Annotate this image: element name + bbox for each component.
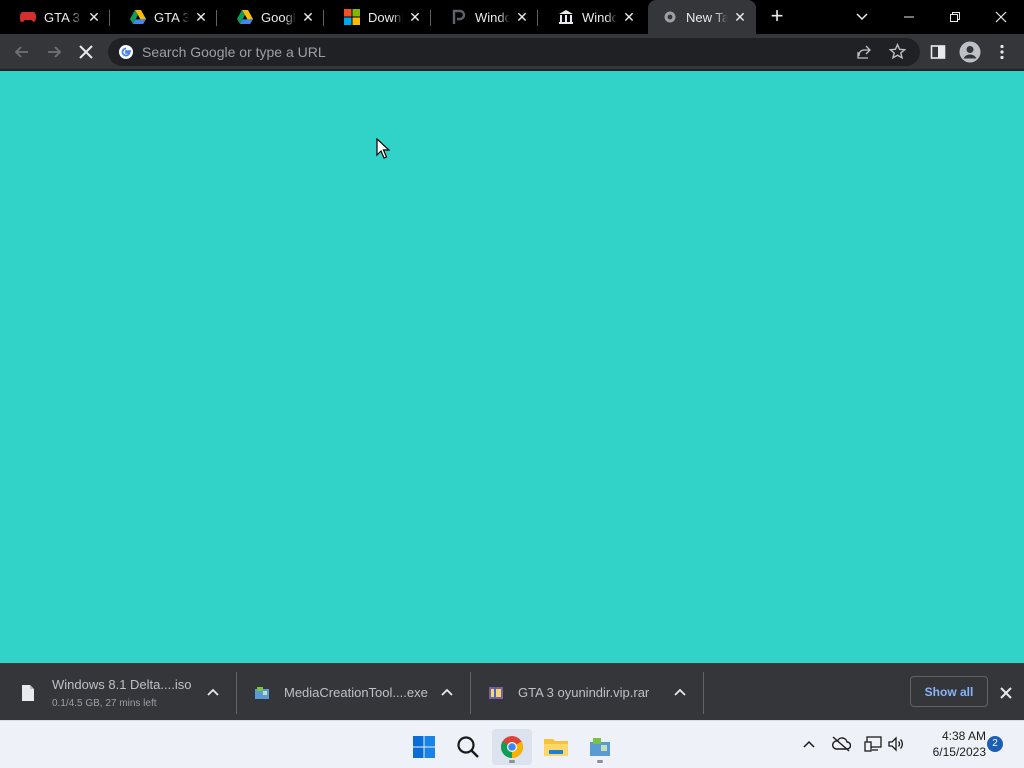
network-icon[interactable] — [862, 733, 884, 755]
file-explorer-icon[interactable] — [536, 729, 576, 765]
tab-window-archive[interactable]: Window ✕ — [538, 2, 645, 32]
system-clock[interactable]: 4:38 AM 6/15/2023 — [912, 728, 986, 760]
tab-gta3-fi[interactable]: GTA 3 Fi ✕ — [0, 2, 110, 32]
windows-taskbar: 4:38 AM 6/15/2023 2 — [0, 720, 1024, 768]
rar-icon — [488, 684, 504, 702]
address-bar[interactable] — [108, 38, 920, 66]
active-indicator — [509, 760, 515, 763]
show-hidden-icons-chevron-icon[interactable] — [798, 733, 820, 755]
download-status: 0.1/4.5 GB, 27 mins left — [52, 697, 157, 709]
tab-title: Window — [475, 9, 510, 25]
tab-title: GTA 3 Fi — [44, 9, 82, 25]
volume-icon[interactable] — [885, 733, 907, 755]
search-icon[interactable] — [448, 729, 488, 765]
tab-gta3-o[interactable]: GTA 3 o ✕ — [110, 2, 217, 32]
close-icon[interactable] — [996, 683, 1016, 703]
google-drive-icon — [237, 9, 253, 25]
share-icon[interactable] — [856, 44, 872, 65]
stop-loading-button[interactable] — [74, 40, 98, 64]
divider — [470, 672, 471, 714]
forward-button[interactable] — [42, 40, 66, 64]
media-creation-tool-icon[interactable] — [580, 729, 620, 765]
back-button[interactable] — [10, 40, 34, 64]
tab-strip: GTA 3 Fi ✕ GTA 3 o ✕ Google ✕ Downlo ✕ W… — [0, 0, 1024, 34]
close-icon[interactable]: ✕ — [514, 9, 530, 25]
download-shelf: Windows 8.1 Delta....iso 0.1/4.5 GB, 27 … — [0, 663, 1024, 720]
google-drive-icon — [130, 9, 146, 25]
bookmark-star-icon[interactable] — [888, 42, 907, 65]
p-icon — [451, 9, 467, 25]
search-input[interactable] — [142, 38, 822, 66]
tab-title: New Tab — [686, 9, 728, 25]
download-filename: MediaCreationTool....exe — [284, 685, 428, 700]
browser-toolbar — [0, 34, 1024, 70]
download-item[interactable]: Windows 8.1 Delta....iso 0.1/4.5 GB, 27 … — [20, 664, 235, 721]
chrome-icon[interactable] — [492, 729, 532, 765]
menu-kebab-icon[interactable] — [990, 40, 1014, 64]
side-panel-button[interactable] — [926, 40, 950, 64]
download-filename: GTA 3 oyunindir.vip.rar — [518, 685, 650, 700]
notification-badge[interactable]: 2 — [987, 736, 1003, 752]
download-item[interactable]: GTA 3 oyunindir.vip.rar — [488, 664, 703, 721]
close-icon[interactable]: ✕ — [300, 9, 316, 25]
minimize-button[interactable] — [886, 0, 932, 34]
tab-title: Window — [582, 9, 617, 25]
installer-icon — [254, 684, 270, 702]
microsoft-icon — [344, 9, 360, 25]
close-icon[interactable]: ✕ — [407, 9, 423, 25]
clock-date: 6/15/2023 — [932, 745, 986, 759]
close-icon[interactable]: ✕ — [621, 9, 637, 25]
chevron-up-icon[interactable] — [672, 684, 688, 700]
tab-google[interactable]: Google ✕ — [217, 2, 324, 32]
divider — [703, 672, 704, 714]
divider — [236, 672, 237, 714]
tab-window-p[interactable]: Window ✕ — [431, 2, 538, 32]
tab-title: Google — [261, 9, 296, 25]
archive-icon — [558, 9, 574, 25]
clock-time: 4:38 AM — [941, 729, 986, 743]
tab-title: Downlo — [368, 9, 403, 25]
running-indicator — [597, 760, 603, 763]
chevron-up-icon[interactable] — [439, 684, 455, 700]
show-all-button[interactable]: Show all — [910, 676, 988, 707]
windows-start-icon[interactable] — [404, 729, 444, 765]
file-icon — [20, 684, 36, 702]
chevron-up-icon[interactable] — [205, 684, 221, 700]
close-icon[interactable]: ✕ — [193, 9, 209, 25]
page-content[interactable] — [0, 71, 1024, 663]
download-filename: Windows 8.1 Delta....iso — [52, 676, 192, 692]
close-icon[interactable]: ✕ — [86, 9, 102, 25]
tab-download[interactable]: Downlo ✕ — [324, 2, 431, 32]
download-item[interactable]: MediaCreationTool....exe — [254, 664, 469, 721]
gamepad-icon — [20, 9, 36, 25]
google-g-icon — [118, 44, 134, 60]
profile-avatar[interactable] — [958, 40, 982, 64]
restore-button[interactable] — [932, 0, 978, 34]
close-window-button[interactable] — [978, 0, 1024, 34]
tab-title: GTA 3 o — [154, 9, 189, 25]
onedrive-offline-icon[interactable] — [830, 733, 852, 755]
close-icon[interactable]: ✕ — [732, 9, 748, 25]
tab-search-chevron-icon[interactable] — [852, 6, 872, 26]
new-tab-button[interactable]: + — [765, 5, 789, 29]
chrome-icon — [662, 9, 678, 25]
tab-new-tab[interactable]: New Tab ✕ — [648, 0, 756, 34]
mouse-cursor-icon — [376, 137, 391, 160]
